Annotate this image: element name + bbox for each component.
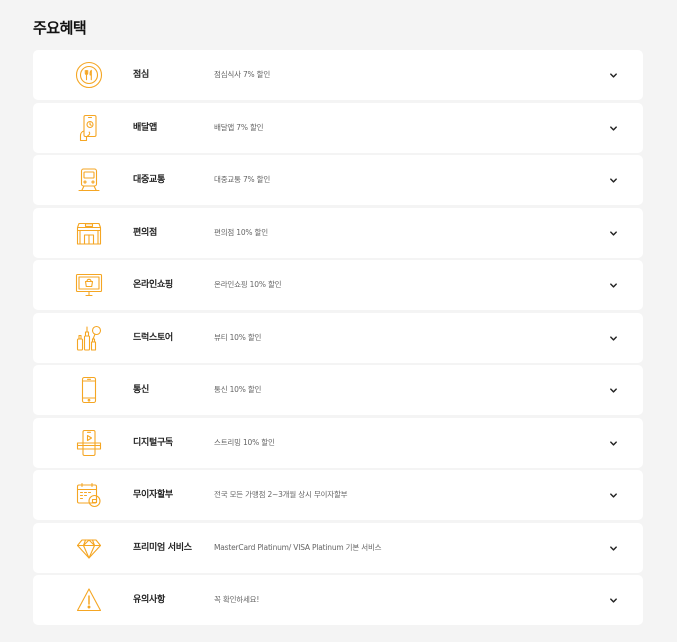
chevron-down-icon[interactable] xyxy=(609,281,618,290)
benefit-row-delivery-app[interactable]: 배달앱 배달앱 7% 할인 xyxy=(33,102,643,153)
benefit-name: 온라인쇼핑 xyxy=(133,280,173,291)
benefit-row-digital-subscription[interactable]: 디지털구독 스트리밍 10% 할인 xyxy=(33,417,643,468)
chevron-down-icon[interactable] xyxy=(609,544,618,553)
chevron-down-icon[interactable] xyxy=(609,71,618,80)
drugstore-icon xyxy=(75,324,103,352)
telecom-icon xyxy=(75,376,103,404)
benefit-row-premium-service[interactable]: 프리미엄 서비스 MasterCard Platinum/ VISA Plati… xyxy=(33,522,643,573)
benefit-row-telecom[interactable]: 통신 통신 10% 할인 xyxy=(33,365,643,416)
digital-subscription-icon xyxy=(75,429,103,457)
benefit-description: 점심식사 7% 할인 xyxy=(214,70,271,79)
transit-icon xyxy=(75,166,103,194)
benefit-row-transit[interactable]: 대중교통 대중교통 7% 할인 xyxy=(33,155,643,206)
chevron-down-icon[interactable] xyxy=(609,491,618,500)
chevron-down-icon[interactable] xyxy=(609,439,618,448)
chevron-down-icon[interactable] xyxy=(609,229,618,238)
benefit-row-installment[interactable]: 무이자할부 전국 모든 가맹점 2~3개월 상시 무이자할부 xyxy=(33,470,643,521)
installment-calendar-icon xyxy=(75,481,103,509)
benefit-description: 꼭 확인하세요! xyxy=(214,595,260,605)
benefit-description: 스트리밍 10% 할인 xyxy=(214,437,275,447)
chevron-down-icon[interactable] xyxy=(609,124,618,133)
benefit-description: 대중교통 7% 할인 xyxy=(214,175,271,185)
benefit-name: 배달앱 xyxy=(133,122,157,133)
benefit-name: 프리미엄 서비스 xyxy=(133,542,192,553)
benefit-name: 점심 xyxy=(133,70,149,80)
benefit-name: 유의사항 xyxy=(133,595,165,606)
benefit-row-convenience-store[interactable]: 편의점 편의점 10% 할인 xyxy=(33,207,643,258)
benefit-description: 편의점 10% 할인 xyxy=(214,227,268,237)
warning-icon xyxy=(75,586,103,614)
chevron-down-icon[interactable] xyxy=(609,386,618,395)
benefit-name: 통신 xyxy=(133,385,149,396)
benefit-description: 통신 10% 할인 xyxy=(214,385,262,395)
benefit-name: 무이자할부 xyxy=(133,490,173,501)
benefit-description: MasterCard Platinum/ VISA Platinum 기본 서비… xyxy=(214,542,382,552)
section-title: 주요혜택 xyxy=(33,19,87,37)
chevron-down-icon[interactable] xyxy=(609,596,618,605)
benefit-name: 대중교통 xyxy=(133,175,165,186)
benefit-description: 배달앱 7% 할인 xyxy=(214,122,264,132)
chevron-down-icon[interactable] xyxy=(609,334,618,343)
benefit-row-lunch[interactable]: 점심 점심식사 7% 할인 xyxy=(33,50,643,100)
benefit-row-notice[interactable]: 유의사항 꼭 확인하세요! xyxy=(33,575,643,626)
benefit-description: 뷰티 10% 할인 xyxy=(214,332,262,342)
benefit-list: 점심 점심식사 7% 할인 배달앱 배달앱 7% 할인 대중교통 대중교통 7%… xyxy=(33,50,643,628)
diamond-icon xyxy=(75,534,103,562)
benefit-description: 전국 모든 가맹점 2~3개월 상시 무이자할부 xyxy=(214,490,348,500)
online-shopping-icon xyxy=(75,271,103,299)
benefit-name: 디지털구독 xyxy=(133,437,173,448)
benefit-row-online-shopping[interactable]: 온라인쇼핑 온라인쇼핑 10% 할인 xyxy=(33,260,643,311)
lunch-icon xyxy=(75,61,103,89)
benefit-name: 편의점 xyxy=(133,227,157,238)
benefit-row-drugstore[interactable]: 드럭스토어 뷰티 10% 할인 xyxy=(33,312,643,363)
benefit-name: 드럭스토어 xyxy=(133,332,173,343)
chevron-down-icon[interactable] xyxy=(609,176,618,185)
delivery-app-icon xyxy=(75,114,103,142)
benefit-description: 온라인쇼핑 10% 할인 xyxy=(214,280,282,290)
convenience-store-icon xyxy=(75,219,103,247)
